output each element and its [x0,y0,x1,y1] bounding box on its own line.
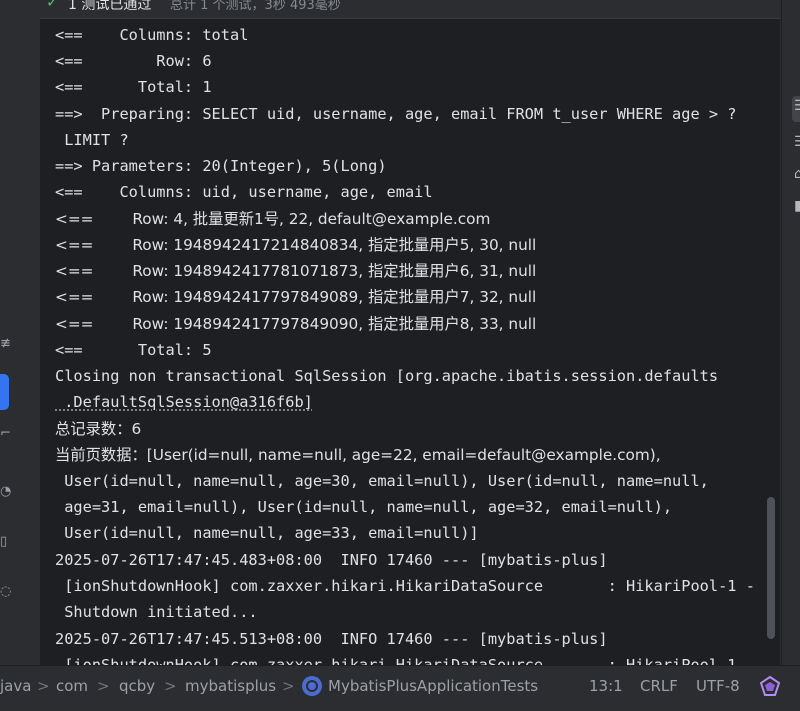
console-line: User(id=null, name=null, age=33, email=n… [55,524,479,542]
tool-icon-partial[interactable]: ▯ [0,534,9,549]
console-line: ==> Preparing: SELECT uid, username, age… [55,105,737,123]
console-line: <== Total: 5 [55,341,212,359]
test-class-icon [302,676,322,696]
console-line: ==> Parameters: 20(Integer), 5(Long) [55,157,387,175]
trash-icon[interactable]: ▮ [794,198,800,214]
console-line: LIMIT ? [55,131,129,149]
right-tool-strip: ☰ ☰ ⌂ ▮ [781,0,800,665]
console-line: User(id=null, name=null, age=30, email=n… [55,472,709,490]
file-encoding[interactable]: UTF-8 [696,677,740,695]
soft-wrap-icon[interactable]: ☰ [794,98,800,114]
breadcrumb-item[interactable]: mybatisplus [185,677,276,695]
console-output[interactable]: <== Columns: total <== Row: 6 <== Total:… [40,18,780,666]
breadcrumb-item[interactable]: com [56,677,88,695]
console-line: 总记录数：6 [55,420,142,438]
console-line: <== Row: 6 [55,52,212,70]
line-ending[interactable]: CRLF [640,677,678,695]
breadcrumb-item[interactable]: MybatisPlusApplicationTests [328,677,538,695]
console-line: 2025-07-26T17:47:45.513+08:00 INFO 17460… [55,630,608,648]
console-scrollbar[interactable] [767,497,775,639]
console-line: [ionShutdownHook] com.zaxxer.hikari.Hika… [55,577,755,595]
chevron-right-icon: > [37,677,50,695]
status-bar: java > com > qcby > mybatisplus > Mybati… [0,665,800,711]
console-line: <== Row: 1948942417781071873, 指定批量用户6, 3… [55,262,537,280]
console-link[interactable]: .DefaultSqlSession@a316f6b] [55,392,313,412]
console-line: <== Total: 1 [55,78,212,96]
console-line: <== Row: 4, 批量更新1号, 22, default@example.… [55,210,491,228]
tool-icon-partial[interactable]: ◔ [0,484,11,499]
test-summary: 1 测试已通过 [68,0,152,13]
console-line: 当前页数据：[User(id=null, name=null, age=22, … [55,446,661,464]
console-line: <== Row: 1948942417214840834, 指定批量用户5, 3… [55,236,537,254]
chevron-right-icon: > [282,677,295,695]
console-line: <== Columns: total [55,26,249,44]
scroll-to-end-icon[interactable]: ☰ [794,134,800,150]
breadcrumb-item[interactable]: java [0,677,31,695]
copilot-icon[interactable] [760,676,780,696]
console-line: <== Row: 1948942417797849090, 指定批量用户8, 3… [55,315,537,333]
console-line: 2025-07-26T17:47:45.483+08:00 INFO 17460… [55,551,608,569]
breadcrumb-item[interactable]: qcby [119,677,155,695]
chevron-right-icon: > [97,677,110,695]
check-icon: ✓ [46,0,59,11]
tool-icon-partial[interactable]: ◌ [0,584,11,599]
tool-icon-partial[interactable]: ≢ [0,336,11,351]
console-line: <== Row: 1948942417797849089, 指定批量用户7, 3… [55,288,537,306]
test-result-header: ✓ 1 测试已通过 总计 1 个测试，3秒 493毫秒 [40,0,780,18]
console-line: Closing non transactional SqlSession [or… [55,367,719,385]
left-tool-strip: ≢ ⌐ ◔ ▯ ◌ [0,0,41,665]
active-tool-indicator[interactable] [0,374,9,410]
caret-position[interactable]: 13:1 [589,677,623,695]
chevron-right-icon: > [164,677,177,695]
tool-icon-partial[interactable]: ⌐ [0,426,11,441]
console-line: <== Columns: uid, username, age, email [55,183,433,201]
print-icon[interactable]: ⌂ [794,166,800,182]
test-detail: 总计 1 个测试，3秒 493毫秒 [170,0,341,13]
console-line: age=31, email=null), User(id=null, name=… [55,498,673,516]
console-line: Shutdown initiated... [55,603,258,621]
